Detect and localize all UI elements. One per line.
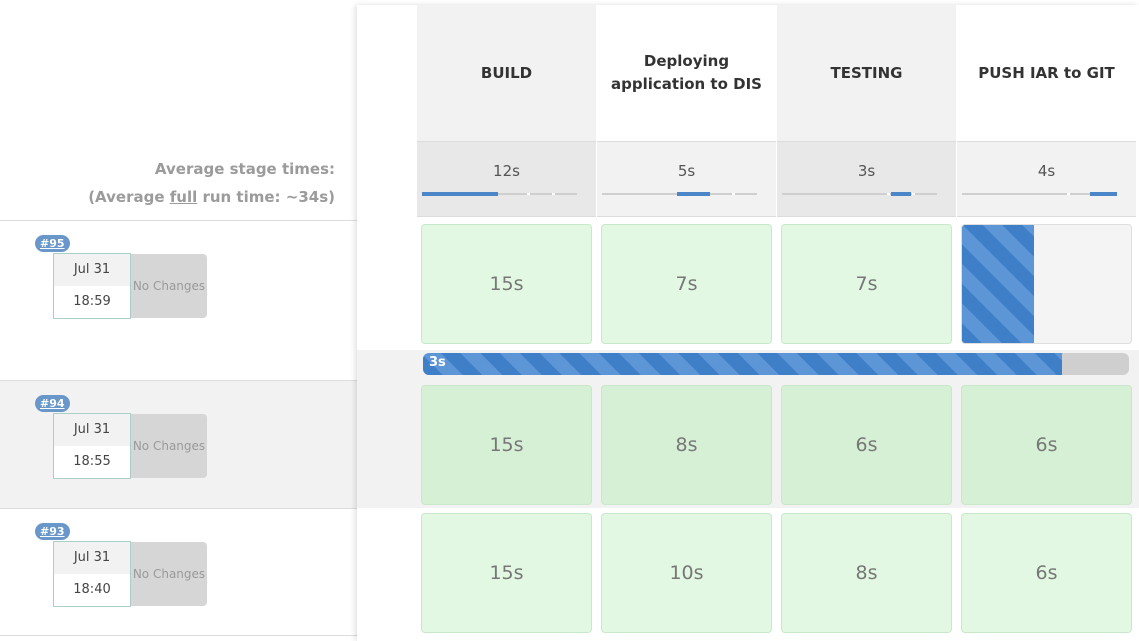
build-history-column: Average stage times: (Average full run t… bbox=[0, 0, 357, 641]
average-stage-times-label: Average stage times: bbox=[154, 160, 335, 178]
build-date-box: Jul 31 18:40 bbox=[53, 541, 131, 607]
changes-label: No Changes bbox=[132, 439, 206, 453]
stage-cell[interactable]: 6s bbox=[961, 513, 1132, 633]
avg-time-cell: 3s bbox=[777, 141, 956, 217]
build-progress-label: 3s bbox=[429, 355, 446, 370]
full-run-link[interactable]: full bbox=[170, 188, 198, 206]
build-row-94: #94 Jul 31 18:55 No Changes bbox=[0, 380, 357, 509]
changes-box[interactable]: No Changes bbox=[131, 414, 207, 478]
avg-time-value: 5s bbox=[677, 162, 696, 180]
changes-box[interactable]: No Changes bbox=[131, 254, 207, 318]
stage-cell-running[interactable] bbox=[961, 224, 1132, 344]
build-progress-fill bbox=[423, 353, 1062, 375]
build-row-93: #93 Jul 31 18:40 No Changes bbox=[0, 508, 357, 636]
stage-header-deploying: Deploying application to DIS bbox=[597, 5, 776, 141]
stage-header-testing: TESTING bbox=[777, 5, 956, 141]
average-full-run-time-label: (Average full run time: ~34s) bbox=[88, 188, 335, 206]
stage-cell[interactable]: 8s bbox=[601, 385, 772, 505]
build-number-badge[interactable]: #94 bbox=[35, 395, 70, 412]
stage-cell[interactable]: 6s bbox=[781, 385, 952, 505]
build-date: Jul 31 bbox=[54, 414, 130, 446]
build-date-box: Jul 31 18:55 bbox=[53, 413, 131, 479]
panel-gutter bbox=[357, 5, 415, 641]
stage-cell[interactable]: 10s bbox=[601, 513, 772, 633]
avg-time-cell: 5s bbox=[597, 141, 776, 217]
avg-time-value: 3s bbox=[857, 162, 876, 180]
stage-cell[interactable]: 7s bbox=[601, 224, 772, 344]
build-date: Jul 31 bbox=[54, 542, 130, 574]
build-date-box: Jul 31 18:59 bbox=[53, 253, 131, 319]
changes-label: No Changes bbox=[132, 279, 206, 293]
stage-header-label: PUSH IAR to GIT bbox=[978, 63, 1115, 82]
stage-cell[interactable]: 8s bbox=[781, 513, 952, 633]
running-indicator bbox=[962, 225, 1034, 343]
stage-panel: BUILD Deploying application to DIS TESTI… bbox=[357, 5, 1139, 641]
avg-time-bar bbox=[602, 192, 757, 196]
stage-cell[interactable]: 15s bbox=[421, 513, 592, 633]
avg-time-cell: 4s bbox=[957, 141, 1136, 217]
avg-time-value: 12s bbox=[493, 162, 520, 180]
stage-header-build: BUILD bbox=[417, 5, 596, 141]
stage-header-label: TESTING bbox=[830, 63, 903, 82]
build-number-badge[interactable]: #95 bbox=[35, 235, 70, 252]
stage-header-push-iar: PUSH IAR to GIT bbox=[957, 5, 1136, 141]
avg-time-bar bbox=[782, 192, 937, 196]
avg-time-bar bbox=[962, 192, 1117, 196]
stage-cell[interactable]: 6s bbox=[961, 385, 1132, 505]
stage-cell[interactable]: 7s bbox=[781, 224, 952, 344]
avg-time-cell: 12s bbox=[417, 141, 596, 217]
stage-header-label: Deploying application to DIS bbox=[611, 52, 762, 93]
changes-label: No Changes bbox=[132, 567, 206, 581]
build-number-badge[interactable]: #93 bbox=[35, 523, 70, 540]
average-run-prefix: (Average bbox=[88, 188, 170, 206]
avg-time-value: 4s bbox=[1037, 162, 1056, 180]
avg-time-bar bbox=[422, 192, 577, 196]
build-time: 18:55 bbox=[54, 446, 130, 478]
stage-cell[interactable]: 15s bbox=[421, 385, 592, 505]
build-time: 18:59 bbox=[54, 286, 130, 318]
stage-cell[interactable]: 15s bbox=[421, 224, 592, 344]
changes-box[interactable]: No Changes bbox=[131, 542, 207, 606]
stage-view: Average stage times: (Average full run t… bbox=[0, 0, 1139, 641]
build-date: Jul 31 bbox=[54, 254, 130, 286]
build-time: 18:40 bbox=[54, 574, 130, 606]
stage-header-label: BUILD bbox=[480, 63, 533, 82]
average-run-suffix: run time: ~34s) bbox=[197, 188, 335, 206]
build-progress-bar: 3s bbox=[423, 353, 1129, 375]
build-row-95: #95 Jul 31 18:59 No Changes bbox=[0, 220, 357, 347]
